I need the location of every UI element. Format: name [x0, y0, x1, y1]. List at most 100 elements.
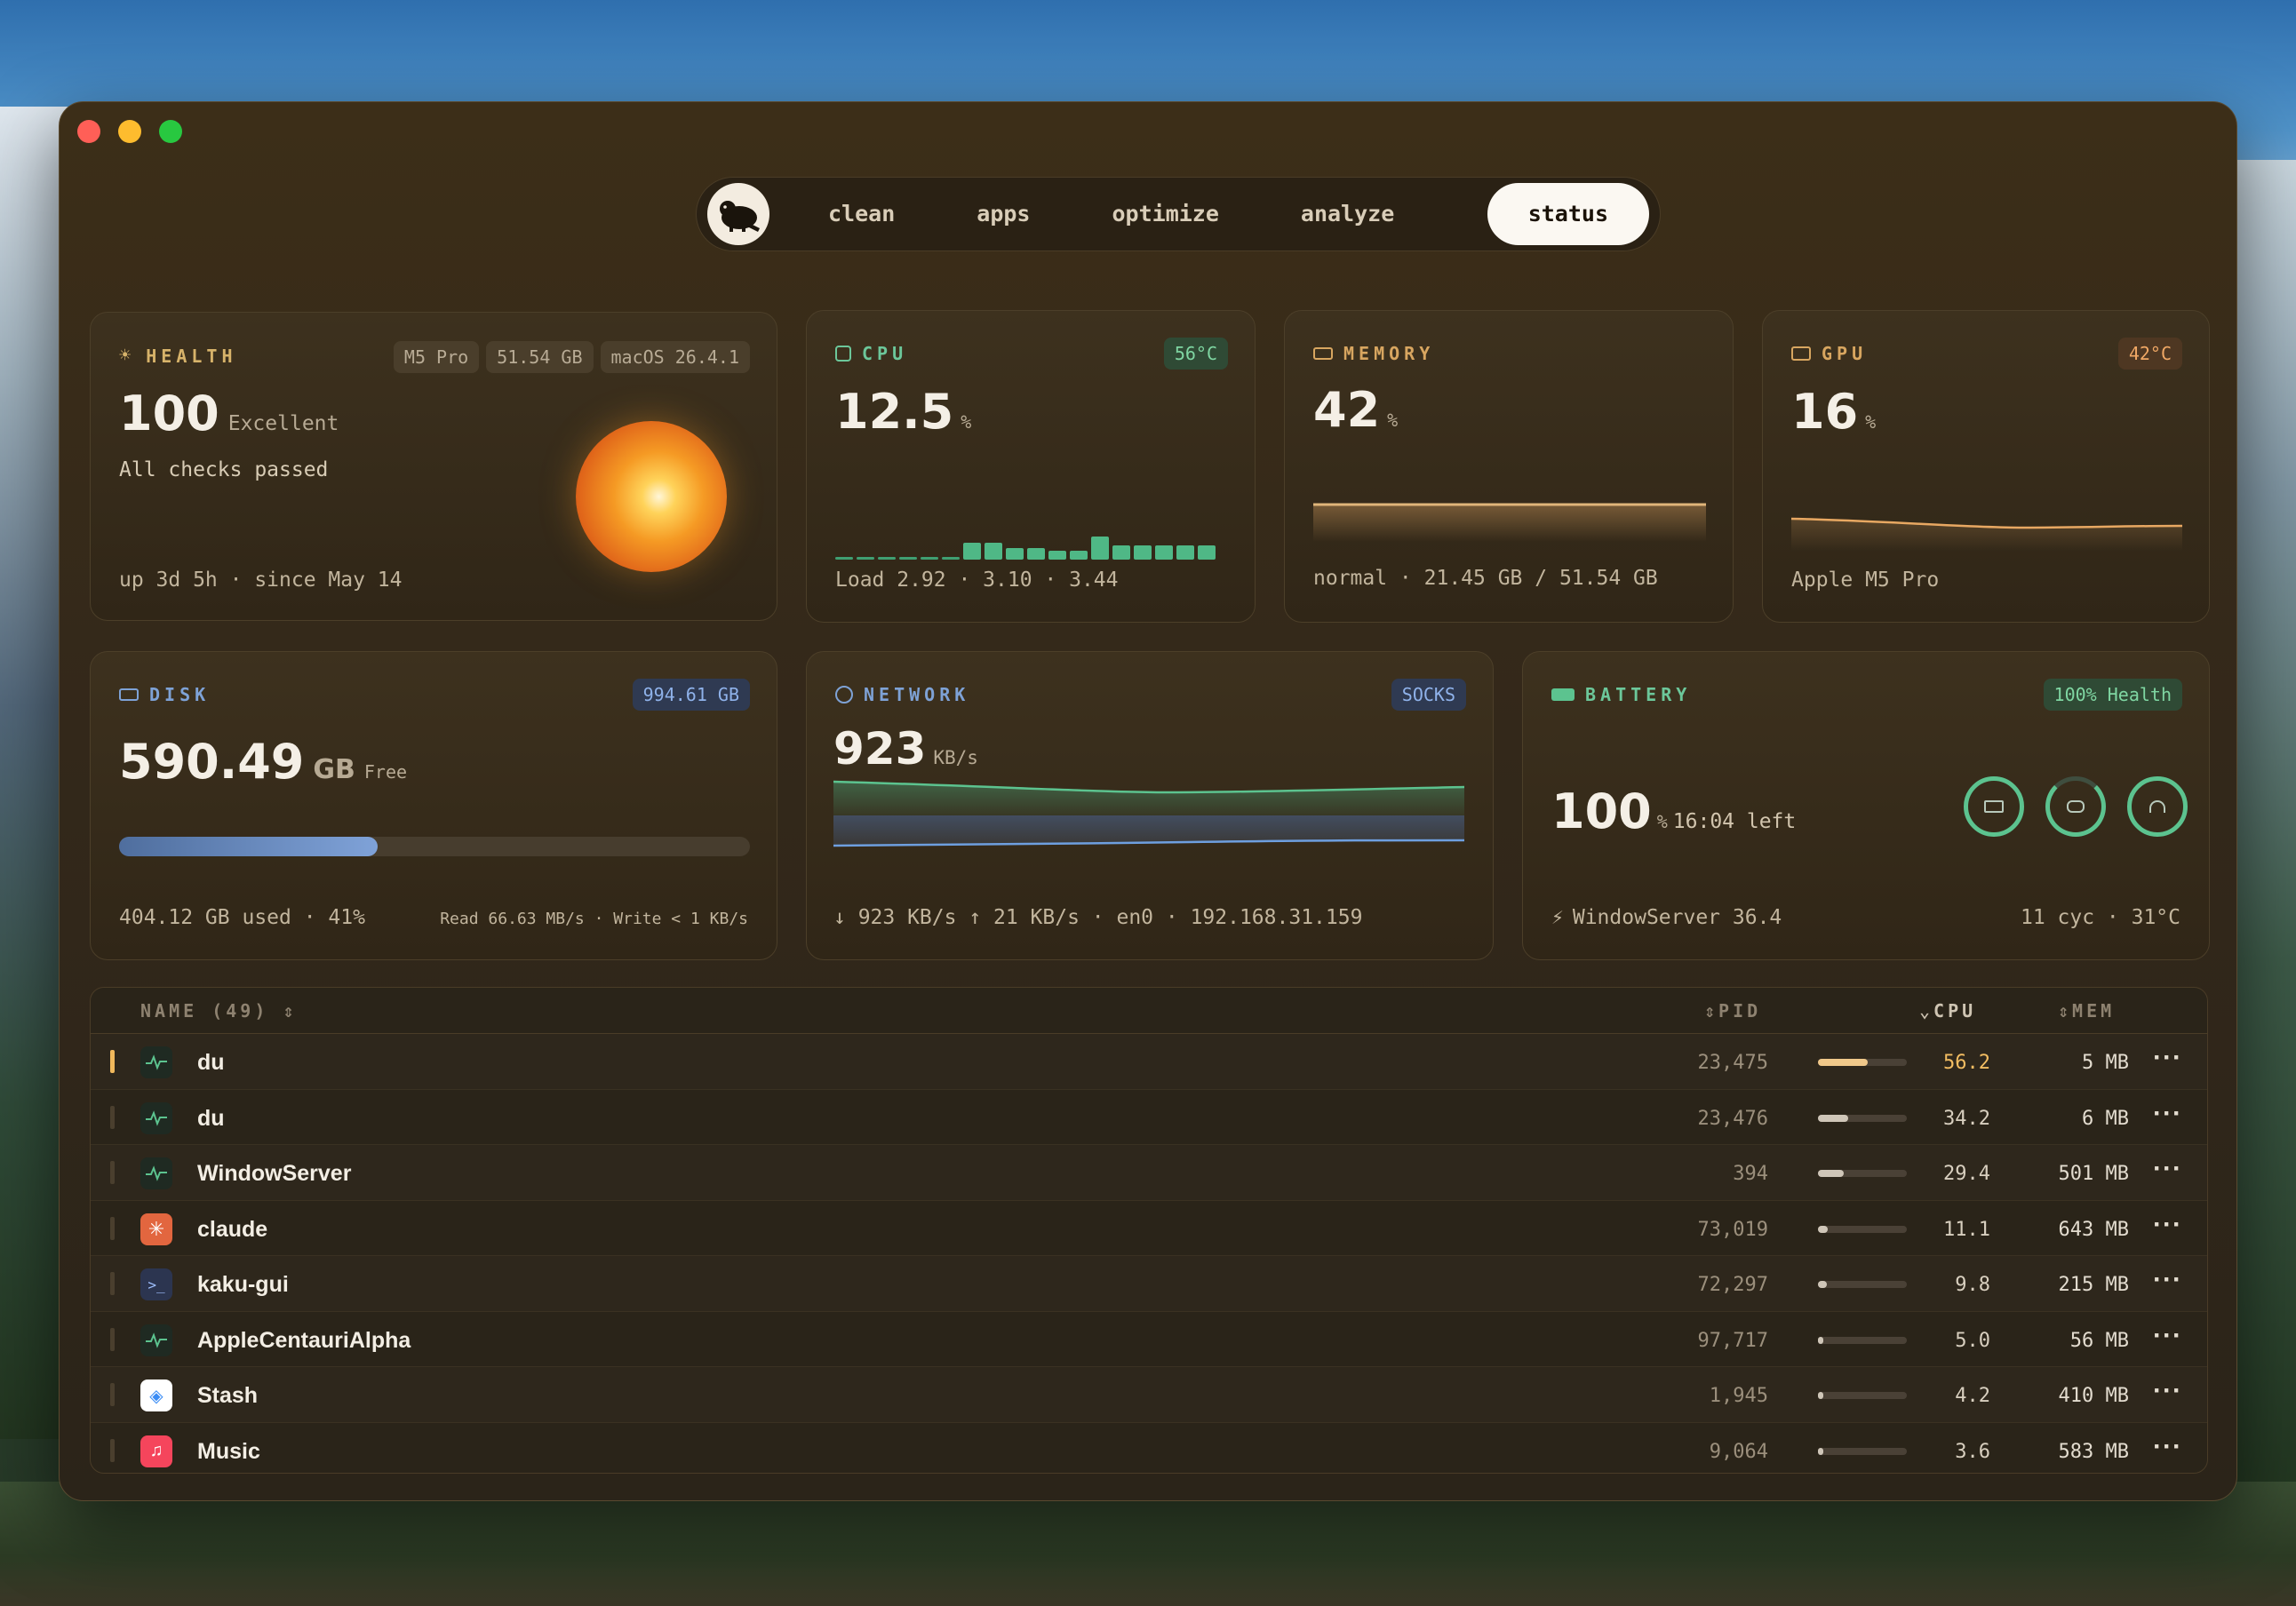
process-pid: 394 [1733, 1163, 1768, 1185]
row-marker [110, 1327, 115, 1351]
table-row[interactable]: du 23,475 56.2 5 MB ··· [91, 1034, 2207, 1090]
health-uptime: up 3d 5h · since May 14 [119, 568, 403, 592]
health-card: ☀ HEALTH M5 Pro 51.54 GB macOS 26.4.1 10… [90, 312, 777, 621]
cpu-usage-bar [1818, 1170, 1907, 1177]
ram-badge: 51.54 GB [486, 341, 594, 373]
tab-optimize[interactable]: optimize [1071, 183, 1259, 245]
table-row[interactable]: du 23,476 34.2 6 MB ··· [91, 1090, 2207, 1145]
health-checks: All checks passed [119, 458, 329, 481]
cpu-value: 12.5 [835, 384, 954, 440]
cpu-history-bar [985, 542, 1002, 560]
cpu-history-bar [1091, 537, 1109, 560]
headphones-icon [2149, 800, 2165, 813]
process-name: Stash [197, 1383, 259, 1408]
cpu-history-bar [1048, 551, 1066, 560]
process-mem: 215 MB [2058, 1274, 2129, 1296]
battery-card: BATTERY 100% Health 100 % 16:04 left ⚡ W… [1522, 651, 2210, 960]
more-options-icon[interactable]: ··· [2153, 1432, 2182, 1462]
network-detail: ↓ 923 KB/s ↑ 21 KB/s · en0 · 192.168.31.… [833, 906, 1363, 929]
process-cpu: 11.1 [1943, 1218, 1990, 1241]
cpu-usage-bar [1818, 1392, 1907, 1399]
process-pid: 1,945 [1709, 1385, 1768, 1407]
close-window-button[interactable] [77, 120, 100, 143]
cpu-history-bar [1027, 548, 1045, 560]
sort-icon: ⇕ [2058, 1000, 2073, 1022]
more-options-icon[interactable]: ··· [2153, 1043, 2182, 1073]
cpu-temp-badge: 56°C [1163, 338, 1228, 370]
process-cpu: 29.4 [1943, 1163, 1990, 1185]
more-options-icon[interactable]: ··· [2153, 1321, 2182, 1351]
more-options-icon[interactable]: ··· [2153, 1154, 2182, 1184]
process-name: Music [197, 1438, 260, 1464]
pid-column-header[interactable]: ⇕PID [1704, 1000, 1761, 1022]
memory-unit: % [1387, 409, 1399, 431]
network-proxy-badge: SOCKS [1391, 679, 1466, 711]
cpu-usage-bar [1818, 1059, 1907, 1066]
table-row[interactable]: ◈ Stash 1,945 4.2 410 MB ··· [91, 1367, 2207, 1423]
process-name: AppleCentauriAlpha [197, 1327, 411, 1353]
globe-icon [835, 686, 853, 704]
cpu-usage-bar [1818, 1225, 1907, 1233]
table-header: NAME (49) ⇕ ⇕PID ⌄CPU ⇕MEM [91, 988, 2207, 1034]
health-rating: Excellent [227, 412, 339, 435]
app-logo-icon[interactable] [707, 183, 769, 245]
monitor-icon [1791, 346, 1811, 361]
more-options-icon[interactable]: ··· [2153, 1099, 2182, 1129]
battery-value: 100 [1551, 783, 1652, 839]
health-score: 100 [119, 386, 219, 441]
disk-free-unit: GB [313, 754, 355, 785]
name-column-header[interactable]: NAME (49) ⇕ [140, 1000, 297, 1022]
process-pid: 9,064 [1709, 1440, 1768, 1463]
mem-column-header[interactable]: ⇕MEM [2058, 1000, 2115, 1022]
zoom-window-button[interactable] [159, 120, 182, 143]
table-row[interactable]: AppleCentauriAlpha 97,717 5.0 56 MB ··· [91, 1312, 2207, 1367]
process-pid: 23,475 [1697, 1052, 1768, 1074]
process-pid: 72,297 [1697, 1274, 1768, 1296]
cpu-history-bar [878, 556, 896, 560]
cpu-column-header[interactable]: ⌄CPU [1919, 1000, 1976, 1022]
laptop-icon [1984, 800, 2004, 813]
cpu-usage-fill [1818, 1392, 1823, 1399]
process-cpu: 3.6 [1955, 1440, 1990, 1463]
disk-card: DISK 994.61 GB 590.49 GB Free 404.12 GB … [90, 651, 777, 960]
process-mem: 501 MB [2058, 1163, 2129, 1185]
os-badge: macOS 26.4.1 [600, 341, 750, 373]
battery-health-badge: 100% Health [2043, 679, 2182, 711]
memory-card: MEMORY 42 % normal · 21.45 GB / 51.54 GB [1284, 310, 1734, 623]
network-unit: KB/s [933, 747, 978, 768]
more-options-icon[interactable]: ··· [2153, 1376, 2182, 1406]
table-row[interactable]: ✳ claude 73,019 11.1 643 MB ··· [91, 1201, 2207, 1256]
memory-value: 42 [1313, 382, 1381, 438]
more-options-icon[interactable]: ··· [2153, 1265, 2182, 1295]
tab-clean[interactable]: clean [787, 183, 936, 245]
claude-icon: ✳ [140, 1212, 172, 1245]
minimize-window-button[interactable] [118, 120, 141, 143]
music-icon: ♫ [140, 1435, 172, 1467]
row-marker [110, 1216, 115, 1240]
cpu-history-bar [921, 556, 938, 560]
tab-apps[interactable]: apps [936, 183, 1071, 245]
gpu-unit: % [1865, 411, 1877, 433]
network-value: 923 [833, 723, 927, 775]
activity-icon [140, 1101, 172, 1134]
cpu-usage-fill [1818, 1170, 1845, 1177]
table-row[interactable]: >_ kaku-gui 72,297 9.8 215 MB ··· [91, 1256, 2207, 1312]
tab-status[interactable]: status [1487, 183, 1649, 245]
tab-analyze[interactable]: analyze [1260, 183, 1435, 245]
process-name: du [197, 1105, 225, 1131]
table-row[interactable]: ♫ Music 9,064 3.6 583 MB ··· [91, 1423, 2207, 1474]
cpu-usage-fill [1818, 1114, 1849, 1122]
cpu-usage-fill [1818, 1336, 1823, 1344]
disk-free-value: 590.49 [119, 734, 305, 790]
disk-total-badge: 994.61 GB [632, 679, 750, 711]
activity-icon [140, 1046, 172, 1078]
more-options-icon[interactable]: ··· [2153, 1210, 2182, 1240]
table-row[interactable]: WindowServer 394 29.4 501 MB ··· [91, 1145, 2207, 1201]
cpu-title: CPU [862, 343, 908, 364]
disk-title: DISK [149, 684, 211, 705]
memory-icon [1313, 347, 1333, 360]
cpu-column-label: CPU [1933, 1000, 1977, 1022]
cpu-unit: % [961, 411, 972, 433]
table-body: du 23,475 56.2 5 MB ··· du 23,476 34.2 6 MB ··· Wi… [91, 1034, 2207, 1474]
network-history-chart [833, 780, 1464, 847]
